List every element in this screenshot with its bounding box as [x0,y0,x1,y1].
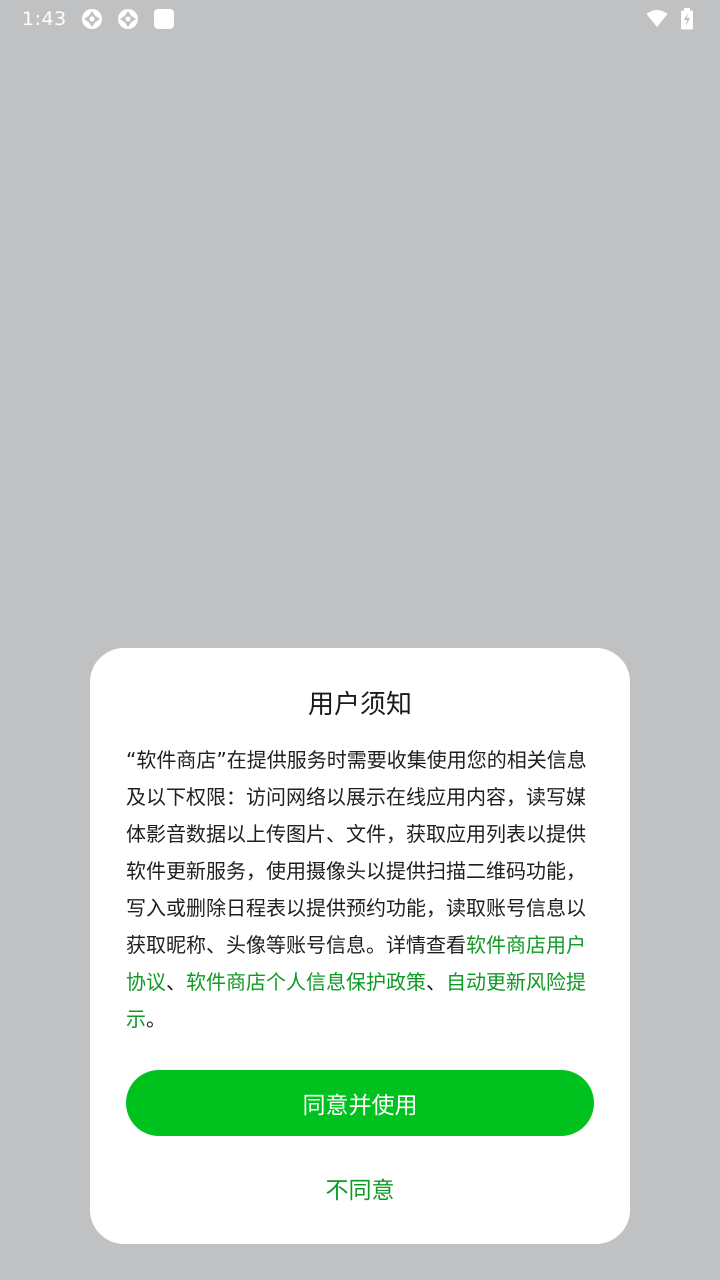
user-notice-dialog: 用户须知 “软件商店”在提供服务时需要收集使用您的相关信息及以下权限：访问网络以… [90,648,630,1244]
status-left: 1:43 [22,8,175,30]
separator: 、 [166,970,186,994]
aperture-icon [117,8,139,30]
end-punctuation: 。 [146,1007,166,1031]
dialog-title: 用户须知 [307,690,412,720]
privacy-policy-link[interactable]: 软件商店个人信息保护政策 [186,970,426,994]
status-right [646,8,698,30]
status-bar: 1:43 [0,0,720,38]
wifi-icon [646,8,668,30]
agree-and-use-button[interactable]: 同意并使用 [126,1070,594,1136]
status-time: 1:43 [22,8,67,30]
aperture-icon [81,8,103,30]
disagree-button[interactable]: 不同意 [126,1162,594,1214]
app-square-icon [153,8,175,30]
separator: 、 [426,970,446,994]
battery-charging-icon [676,8,698,30]
body-intro-text: “软件商店”在提供服务时需要收集使用您的相关信息及以下权限：访问网络以展示在线应… [126,748,587,957]
dialog-body: “软件商店”在提供服务时需要收集使用您的相关信息及以下权限：访问网络以展示在线应… [126,742,594,1038]
